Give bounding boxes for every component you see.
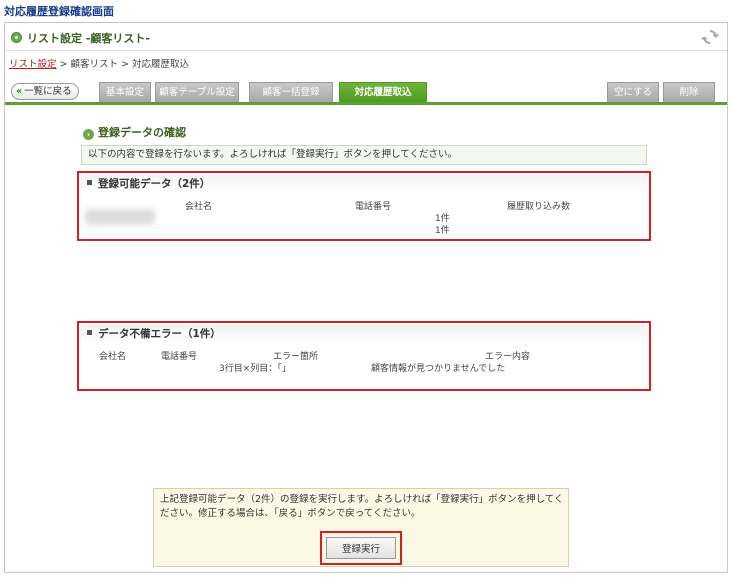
breadcrumb: リスト設定 > 顧客リスト > 対応履歴取込 (9, 56, 189, 70)
column-header-history-count: 履歴取り込み数 (507, 202, 571, 212)
breadcrumb-separator: > (118, 59, 133, 70)
error-data-heading: データ不備エラー（1件） (81, 325, 647, 343)
error-data-title: データ不備エラー（1件） (98, 328, 221, 340)
delete-button[interactable]: 削除 (663, 82, 715, 102)
breadcrumb-separator: > (56, 59, 71, 70)
bullet-icon (11, 32, 22, 43)
tab-customer-bulk-register[interactable]: 顧客一括登録 (249, 82, 333, 102)
breadcrumb-link-list-settings[interactable]: リスト設定 (9, 59, 57, 70)
main-frame: リスト設定 -顧客リスト- リスト設定 > 顧客リスト > 対応履歴取込 «一覧… (4, 22, 728, 573)
valid-data-title: 登録可能データ（2件） (98, 178, 211, 190)
column-header-company: 会社名 (185, 202, 213, 212)
back-to-list-button[interactable]: «一覧に戻る (11, 83, 79, 100)
empty-button[interactable]: 空にする (607, 82, 659, 102)
tab-customer-table-settings[interactable]: 顧客テーブル設定 (155, 82, 239, 102)
header-bar: リスト設定 -顧客リスト- (5, 23, 727, 51)
breadcrumb-item-customer-list: 顧客リスト (70, 59, 119, 70)
breadcrumb-item-current: 対応履歴取込 (132, 59, 190, 70)
confirm-box: 上記登録可能データ（2件）の登録を実行します。よろしければ「登録実行」ボタンを押… (153, 488, 569, 567)
instruction-notice: 以下の内容で登録を行ないます。よろしければ「登録実行」ボタンを押してください。 (81, 145, 647, 165)
column-header-phone: 電話番号 (161, 352, 198, 362)
table-cell-count: 1件 (435, 226, 450, 236)
section-title-text: 登録データの確認 (98, 126, 186, 139)
table-cell-error-message: 顧客情報が見つかりませんでした (371, 364, 506, 374)
column-header-phone: 電話番号 (355, 202, 392, 212)
tab-basic-settings[interactable]: 基本設定 (99, 82, 151, 102)
header-title: リスト設定 -顧客リスト- (27, 32, 150, 45)
back-to-list-label: 一覧に戻る (24, 86, 72, 97)
square-bullet-icon (87, 330, 92, 335)
square-bullet-icon (87, 180, 92, 185)
execute-registration-button[interactable]: 登録実行 (326, 537, 396, 559)
double-chevron-left-icon: « (16, 86, 23, 97)
refresh-icon[interactable] (701, 28, 719, 46)
column-header-company: 会社名 (99, 352, 127, 362)
redacted-company-names (85, 209, 155, 225)
error-data-panel: データ不備エラー（1件） 会社名 電話番号 エラー箇所 エラー内容 3行目×列目… (77, 321, 651, 391)
arrow-right-circle-icon: › (83, 129, 94, 140)
valid-data-panel: 登録可能データ（2件） 会社名 電話番号 履歴取り込み数 1件 1件 (77, 171, 651, 241)
section-title: › 登録データの確認 (83, 124, 186, 140)
tab-history-import[interactable]: 対応履歴取込 (339, 82, 427, 102)
valid-data-heading: 登録可能データ（2件） (81, 175, 647, 193)
execute-highlight: 登録実行 (320, 531, 402, 565)
confirm-text: 上記登録可能データ（2件）の登録を実行します。よろしければ「登録実行」ボタンを押… (160, 494, 564, 519)
page-title: 対応履歴登録確認画面 (4, 5, 114, 18)
table-cell-error-location: 3行目×列目：「」 (219, 364, 291, 374)
tab-bar: «一覧に戻る 基本設定 顧客テーブル設定 顧客一括登録 対応履歴取込 空にする … (5, 81, 727, 105)
